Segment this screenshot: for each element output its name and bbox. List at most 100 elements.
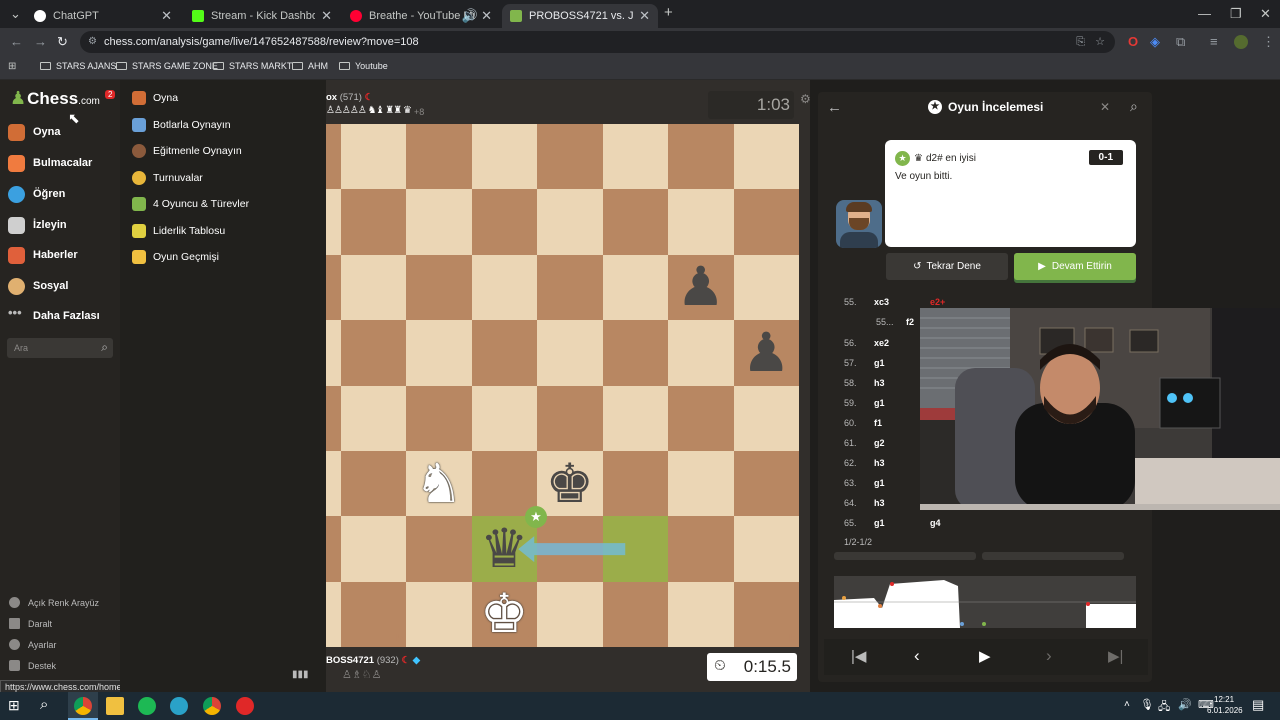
move-row[interactable]: 62. h3 (844, 455, 930, 471)
move-row[interactable]: 58. h3 (844, 375, 930, 391)
bookmark-stars-markt[interactable]: STARS MARKT (213, 61, 292, 71)
black-move[interactable]: g4 (930, 518, 941, 528)
move-row[interactable]: 57. g1 (844, 355, 930, 371)
submenu-variants[interactable]: 4 Oyuncu & Türevler (132, 194, 249, 214)
move-row[interactable]: 63. g1 (844, 475, 930, 491)
submenu-bots[interactable]: Botlarla Oynayın (132, 115, 231, 135)
bottom-player[interactable]: BOSS4721 (932) ☾ ◆ (326, 655, 420, 666)
white-move[interactable]: xc3 (874, 297, 930, 307)
volume-icon[interactable]: 🔊 (1178, 698, 1192, 711)
notification-badge[interactable]: 2 (105, 90, 116, 99)
collapse-button[interactable]: Daralt (9, 618, 52, 629)
nav-play[interactable]: Oyna (8, 120, 61, 144)
chess-board[interactable]: a b c d e f g h ♟ ♟ ♞ ♚ ♛ ♚ ★ (326, 124, 800, 648)
reload-icon[interactable]: ↻ (57, 34, 68, 50)
first-move-icon[interactable]: |◀ (851, 647, 866, 665)
install-icon[interactable]: ⎘ (1076, 31, 1085, 53)
retry-button[interactable]: ↺ Tekrar Dene (886, 253, 1008, 280)
extensions-icon[interactable]: ⧉ (1176, 34, 1185, 50)
window-close-icon[interactable]: ✕ (1260, 6, 1271, 22)
menu-dots-icon[interactable]: ⋮ (1262, 34, 1275, 50)
back-icon[interactable]: ← (10, 34, 23, 49)
move-row[interactable]: 60. f1 (844, 415, 930, 431)
submenu-leaderboard[interactable]: Liderlik Tablosu (132, 221, 225, 241)
minimize-icon[interactable]: — (1198, 6, 1211, 21)
move-row[interactable]: 61. g2 (844, 435, 930, 451)
bookmark-star-icon[interactable]: ☆ (1095, 31, 1105, 53)
prev-move-icon[interactable]: ‹ (914, 646, 920, 666)
bookmark-youtube[interactable]: Youtube (339, 61, 388, 71)
top-player[interactable]: ox (571) ☾ (326, 92, 373, 103)
white-piece-d1[interactable]: ♚ (472, 582, 538, 647)
black-move[interactable]: e2+ (930, 297, 945, 307)
tab-kick[interactable]: Stream - Kick Dashboard ✕ (184, 4, 340, 28)
nav-puzzles[interactable]: Bulmacalar (8, 151, 92, 175)
back-arrow-icon[interactable]: ← (827, 99, 842, 116)
nav-watch[interactable]: İzleyin (8, 213, 67, 237)
submenu-coach[interactable]: Eğitmenle Oynayın (132, 141, 242, 161)
nav-learn[interactable]: Öğren (8, 182, 65, 206)
new-tab-button[interactable]: + (664, 4, 673, 21)
white-piece-c3[interactable]: ♞ (406, 451, 472, 516)
settings-link[interactable]: Ayarlar (9, 639, 56, 650)
restore-icon[interactable]: ❐ (1230, 6, 1242, 22)
file-explorer-icon[interactable] (106, 697, 124, 715)
nav-social[interactable]: Sosyal (8, 274, 68, 298)
black-piece-d2[interactable]: ♛ (472, 516, 538, 581)
speaker-icon[interactable]: 🔊 (462, 8, 478, 24)
spotify-icon[interactable] (138, 697, 156, 715)
bookmark-ahm[interactable]: AHM (292, 61, 328, 71)
black-piece-g6[interactable]: ♟ (668, 255, 734, 320)
close-icon[interactable]: ✕ (639, 8, 650, 24)
next-move-icon[interactable]: › (1046, 646, 1052, 666)
move-row[interactable]: 59. g1 (844, 395, 930, 411)
translate-extension-icon[interactable]: ◈ (1150, 34, 1160, 50)
tab-youtube-music[interactable]: Breathe - YouTube Music 🔊 ✕ (342, 4, 500, 28)
tray-chevron-icon[interactable]: ˄ (1124, 699, 1130, 710)
tab-chess-review[interactable]: PROBOSS4721 vs. Jaqpox | Ana ✕ (502, 4, 658, 28)
black-piece-h5[interactable]: ♟ (734, 320, 800, 385)
search-icon[interactable]: ⌕ (40, 696, 48, 713)
chess-logo[interactable]: ♟ Chess .com (10, 88, 100, 109)
network-icon[interactable]: 🖧 (1158, 698, 1170, 717)
nav-news[interactable]: Haberler (8, 243, 78, 267)
bookmark-stars-game-zone[interactable]: STARS GAME ZONE (116, 61, 218, 71)
apps-grid-icon[interactable]: ⊞ (8, 61, 16, 72)
key-moves-button[interactable] (982, 552, 1124, 560)
opera-extension-icon[interactable]: O (1128, 34, 1138, 49)
clock-date[interactable]: 6.01.2026 (1207, 706, 1243, 715)
continue-button[interactable]: ▶ Devam Ettirin (1014, 253, 1136, 280)
tab-search-icon[interactable]: ⌄ (10, 6, 21, 22)
notifications-icon[interactable]: ▤ (1252, 697, 1264, 713)
black-piece-e3[interactable]: ♚ (537, 451, 603, 516)
board-settings-gear-icon[interactable]: ⚙ (800, 92, 811, 106)
support-link[interactable]: Destek (9, 660, 56, 671)
search-icon[interactable]: ⌕ (101, 340, 108, 355)
tab-chatgpt[interactable]: ChatGPT ✕ (26, 4, 180, 28)
move-row[interactable]: 65. g1 g4 (844, 515, 941, 531)
search-input[interactable]: Ara ⌕ (7, 338, 113, 358)
submenu-play[interactable]: Oyna (132, 88, 178, 108)
chrome-icon[interactable] (74, 697, 92, 715)
app-icon[interactable] (170, 697, 188, 715)
pin-icon[interactable]: ✕ (1100, 100, 1110, 114)
light-theme-toggle[interactable]: Açık Renk Arayüz (9, 597, 99, 608)
clock-time[interactable]: 12:21 (1214, 695, 1234, 704)
microphone-icon[interactable]: 🎙 (1140, 698, 1154, 711)
nav-more[interactable]: ••• Daha Fazlası (8, 304, 100, 328)
obs-icon[interactable] (236, 697, 254, 715)
move-row[interactable]: 64. h3 (844, 495, 930, 511)
chrome-profile-icon[interactable] (203, 697, 221, 715)
play-icon[interactable]: ▶ (979, 647, 991, 665)
address-bar[interactable]: ⚙ chess.com/analysis/game/live/147652487… (80, 31, 1115, 53)
close-icon[interactable]: ✕ (321, 8, 332, 24)
bookmark-stars-ajans[interactable]: STARS AJANS (40, 61, 116, 71)
submenu-history[interactable]: Oyun Geçmişi (132, 247, 219, 267)
media-controls-icon[interactable]: ≡ (1210, 34, 1218, 49)
profile-avatar[interactable] (1234, 35, 1248, 49)
site-info-icon[interactable]: ⚙ (88, 31, 97, 53)
close-icon[interactable]: ✕ (161, 8, 172, 24)
white-move[interactable]: g1 (874, 518, 930, 528)
close-icon[interactable]: ✕ (481, 8, 492, 24)
explore-button[interactable] (834, 552, 976, 560)
